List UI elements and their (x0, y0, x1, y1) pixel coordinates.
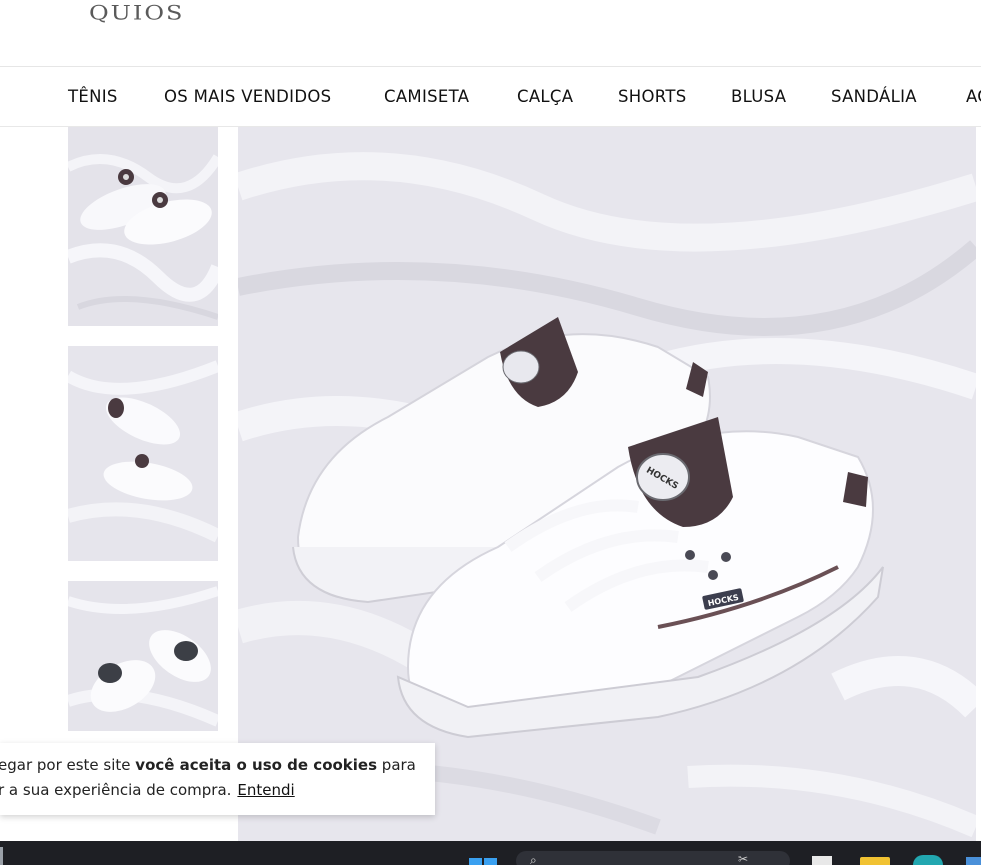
cookie-text-line-1: egar por este site você aceita o uso de … (0, 756, 416, 774)
file-explorer-icon[interactable] (860, 857, 890, 865)
edge-icon[interactable] (913, 855, 943, 865)
product-main-image[interactable]: HOCKS HOCKS (238, 127, 976, 841)
nav-item-blusa[interactable]: BLUSA (731, 87, 786, 106)
nav-item-ac[interactable]: AC (966, 87, 981, 106)
main-nav: TÊNIS OS MAIS VENDIDOS CAMISETA CALÇA SH… (0, 67, 981, 127)
search-highlight-icon: ✂ (738, 852, 749, 865)
nav-item-shorts[interactable]: SHORTS (618, 87, 687, 106)
site-header: QUIOS (0, 0, 981, 67)
app-icon[interactable] (966, 857, 981, 865)
product-thumbnail-3[interactable] (68, 581, 218, 731)
nav-item-camiseta[interactable]: CAMISETA (384, 87, 469, 106)
notepad-icon[interactable] (812, 856, 832, 865)
store-logo[interactable]: QUIOS (89, 0, 185, 28)
product-thumbnail-1[interactable] (68, 127, 218, 326)
product-thumbnail-2[interactable] (68, 346, 218, 561)
windows-start-icon[interactable] (469, 855, 497, 865)
cookie-accept-button[interactable]: Entendi (237, 781, 294, 799)
taskbar-edge (0, 847, 3, 865)
search-icon: ⌕ (530, 853, 537, 865)
taskbar-search-box[interactable]: ⌕ ✂ (516, 851, 790, 865)
nav-item-os-mais-vendidos[interactable]: OS MAIS VENDIDOS (164, 87, 331, 106)
cookie-banner: egar por este site você aceita o uso de … (0, 743, 435, 815)
os-taskbar: ⌕ ✂ (0, 841, 981, 865)
nav-item-tenis[interactable]: TÊNIS (68, 87, 118, 106)
nav-item-calca[interactable]: CALÇA (517, 87, 573, 106)
nav-item-sandalia[interactable]: SANDÁLIA (831, 87, 917, 106)
cookie-text-line-2: r a sua experiência de compra. Entendi (0, 781, 295, 799)
